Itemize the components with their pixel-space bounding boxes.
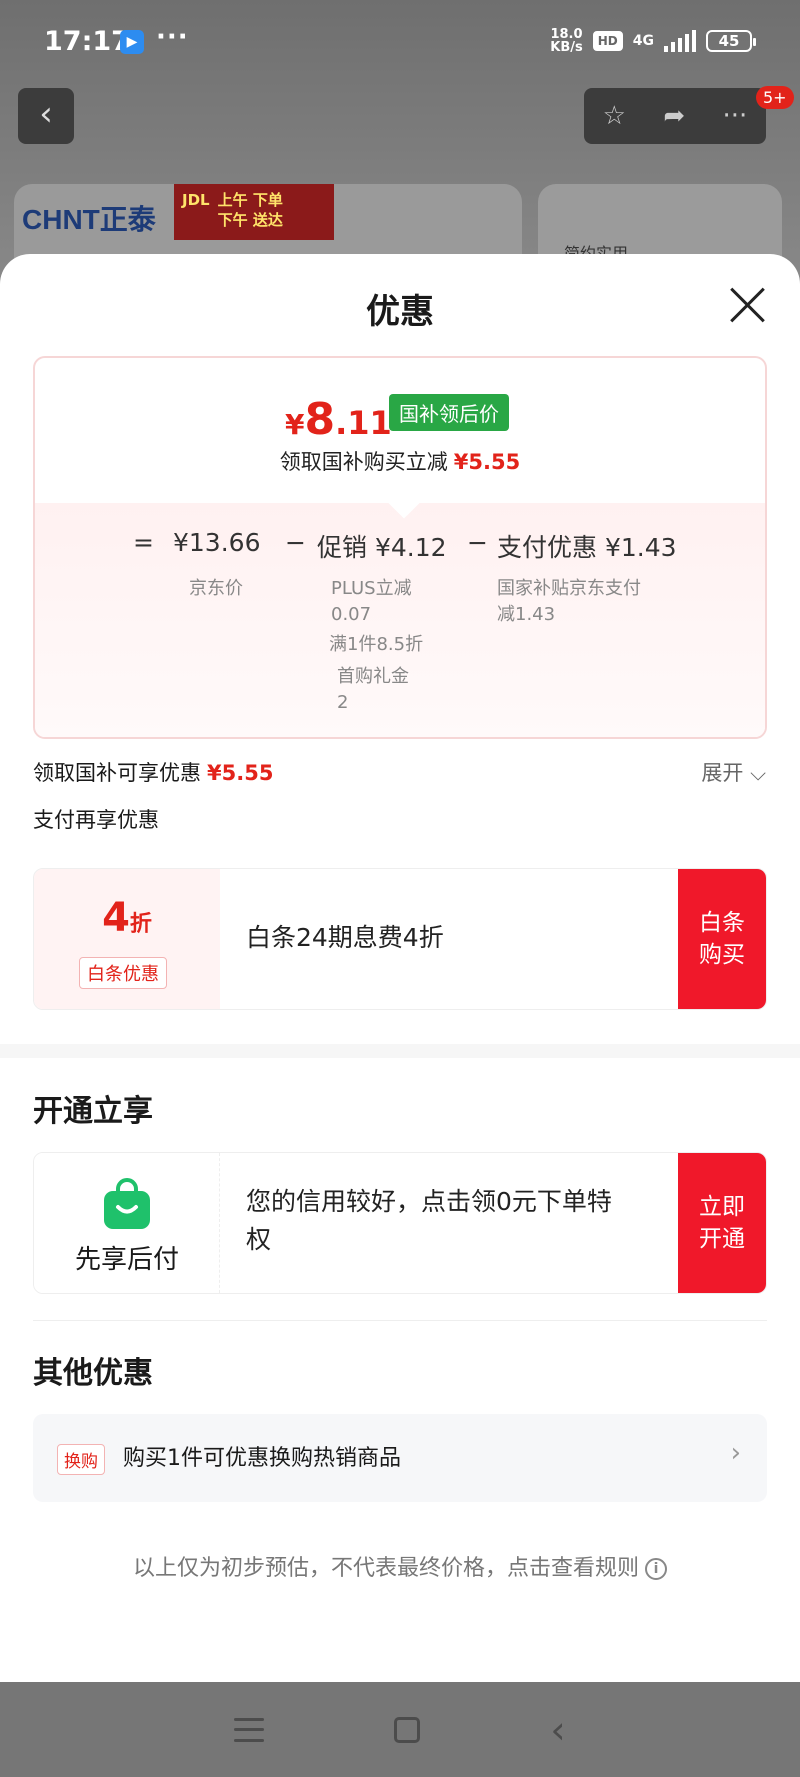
claim-line: 领取国补购买立减 ¥5.55 xyxy=(35,446,765,476)
jd-logo: JDL xyxy=(182,191,210,209)
final-price-int: 8 xyxy=(304,394,336,445)
subsidy-price-tag: 国补领后价 xyxy=(389,394,509,431)
final-price: ¥ 8 .11 xyxy=(285,394,392,445)
brand-logo: CHNT正泰 xyxy=(22,204,156,235)
baitiao-offer-text: 白条24期息费4折 xyxy=(246,923,444,952)
baitiao-buy-button[interactable]: 白条 购买 xyxy=(678,869,766,1009)
pay-discount: 支付优惠 ¥1.43 xyxy=(497,533,677,562)
discount-unit: 折 xyxy=(129,912,152,937)
section-divider xyxy=(33,1320,767,1321)
chevron-right-icon: › xyxy=(730,1438,741,1468)
close-icon[interactable] xyxy=(728,284,768,324)
promo-amount: 促销 ¥4.12 xyxy=(317,533,447,562)
pay-detail: 国家补贴京东支付 减1.43 xyxy=(497,576,641,628)
more-icon[interactable]: ··· xyxy=(723,101,748,131)
credit-left: 先享后付 xyxy=(34,1153,220,1293)
minus-sign: − xyxy=(285,528,306,557)
hd-icon: HD xyxy=(592,31,623,51)
pay-detail-label: 国家补贴京东支付 xyxy=(497,578,641,599)
activate-button[interactable]: 立即 开通 xyxy=(678,1153,766,1293)
discount-value: 4折 xyxy=(34,895,220,941)
sheet-title: 优惠 xyxy=(366,292,434,332)
pay-detail-value: 减1.43 xyxy=(497,604,556,625)
message-badge: 5+ xyxy=(756,86,794,109)
star-icon[interactable]: ☆ xyxy=(603,101,626,131)
activate-line2: 开通 xyxy=(699,1226,745,1252)
baitiao-tag: 白条优惠 xyxy=(79,957,167,989)
signal-bars-icon xyxy=(664,30,696,52)
section-divider xyxy=(0,1044,800,1058)
other-section-title: 其他优惠 xyxy=(33,1356,153,1391)
claim-total: 领取国补可享优惠 ¥5.55 xyxy=(33,757,273,787)
baitiao-offer-card: 4折 白条优惠 白条24期息费4折 白条 购买 xyxy=(33,868,767,1010)
baitiao-discount: 4折 白条优惠 xyxy=(34,869,220,1009)
status-indicators: 18.0 KB/s HD 4G 45 xyxy=(550,28,756,54)
credit-text-line2: 权 xyxy=(246,1225,272,1254)
trade-in-tag: 换购 xyxy=(57,1444,105,1475)
open-section-title: 开通立享 xyxy=(33,1094,153,1129)
pay-more-heading: 支付再享优惠 xyxy=(33,808,159,832)
final-price-yen: ¥ xyxy=(285,408,305,441)
claim-total-label: 领取国补可享优惠 xyxy=(33,761,201,785)
jd-price: ¥13.66 xyxy=(173,528,261,557)
credit-label: 先享后付 xyxy=(74,1245,179,1275)
app-notification-icon: ▶ xyxy=(120,30,144,54)
status-more-dots: ··· xyxy=(156,22,189,52)
system-nav-bar: ‹ xyxy=(0,1682,800,1777)
promo-detail-3: 首购礼金 2 xyxy=(337,664,409,716)
status-bar: 17:17 ▶ ··· 18.0 KB/s HD 4G 45 xyxy=(0,0,800,80)
shopping-bag-icon xyxy=(104,1178,150,1229)
status-time: 17:17 xyxy=(44,26,130,57)
credit-offer-text: 您的信用较好，点击领0元下单特 权 xyxy=(246,1183,612,1259)
promo-detail-1-value: 0.07 xyxy=(331,604,372,625)
back-button[interactable]: ‹ xyxy=(18,88,74,144)
promo-detail-3-value: 2 xyxy=(337,692,349,713)
jd-line1: 上午 下单 xyxy=(217,191,283,209)
final-price-dec: .11 xyxy=(335,404,392,442)
equals-sign: = xyxy=(133,528,154,557)
signal-type: 4G xyxy=(632,33,654,49)
battery-icon: 45 xyxy=(706,30,756,52)
network-speed: 18.0 KB/s xyxy=(550,28,582,54)
discount-sheet: 优惠 ¥ 8 .11 国补领后价 领取国补购买立减 ¥5.55 = ¥13.66 … xyxy=(0,254,800,1682)
back-icon[interactable]: ‹ xyxy=(550,1711,565,1749)
jd-delivery-banner: JDL 上午 下单 下午 送达 xyxy=(174,184,334,240)
network-speed-unit: KB/s xyxy=(550,40,583,55)
credit-offer-card: 先享后付 您的信用较好，点击领0元下单特 权 立即 开通 xyxy=(33,1152,767,1294)
jd-price-label: 京东价 xyxy=(189,578,243,599)
jd-line2: 下午 送达 xyxy=(217,211,283,229)
discount-number: 4 xyxy=(102,895,130,941)
minus-sign: − xyxy=(467,528,488,557)
price-breakdown-card: ¥ 8 .11 国补领后价 领取国补购买立减 ¥5.55 = ¥13.66 − 促… xyxy=(33,356,767,739)
promo-detail-1-label: PLUS立减 xyxy=(331,578,412,599)
activate-line1: 立即 xyxy=(699,1194,745,1220)
expand-button[interactable]: 展开 ⌵ xyxy=(701,757,766,787)
footnote-text: 以上仅为初步预估，不代表最终价格，点击查看规则 xyxy=(132,1556,639,1581)
promo-detail-2: 满1件8.5折 xyxy=(329,634,424,655)
claim-amount: ¥5.55 xyxy=(453,450,521,474)
share-icon[interactable]: ➦ xyxy=(663,101,685,131)
claim-text: 领取国补购买立减 xyxy=(279,450,448,474)
promo-detail-1: PLUS立减 0.07 xyxy=(331,576,412,628)
trade-in-text: 购买1件可优惠换购热销商品 xyxy=(123,1446,401,1471)
baitiao-buy-line1: 白条 xyxy=(699,910,745,936)
rules-footnote[interactable]: 以上仅为初步预估，不代表最终价格，点击查看规则 i xyxy=(0,1550,800,1582)
top-toolbar: ☆ ➦ ··· xyxy=(584,88,766,144)
claim-total-amount: ¥5.55 xyxy=(207,761,274,785)
credit-text-line1: 您的信用较好，点击领0元下单特 xyxy=(246,1187,612,1216)
baitiao-buy-line2: 购买 xyxy=(699,942,745,968)
menu-icon[interactable] xyxy=(234,1717,265,1742)
promo-detail-3-label: 首购礼金 xyxy=(337,666,409,687)
trade-in-offer[interactable]: 换购 购买1件可优惠换购热销商品 › xyxy=(33,1414,767,1502)
info-icon[interactable]: i xyxy=(645,1558,667,1580)
home-icon[interactable] xyxy=(394,1716,421,1743)
